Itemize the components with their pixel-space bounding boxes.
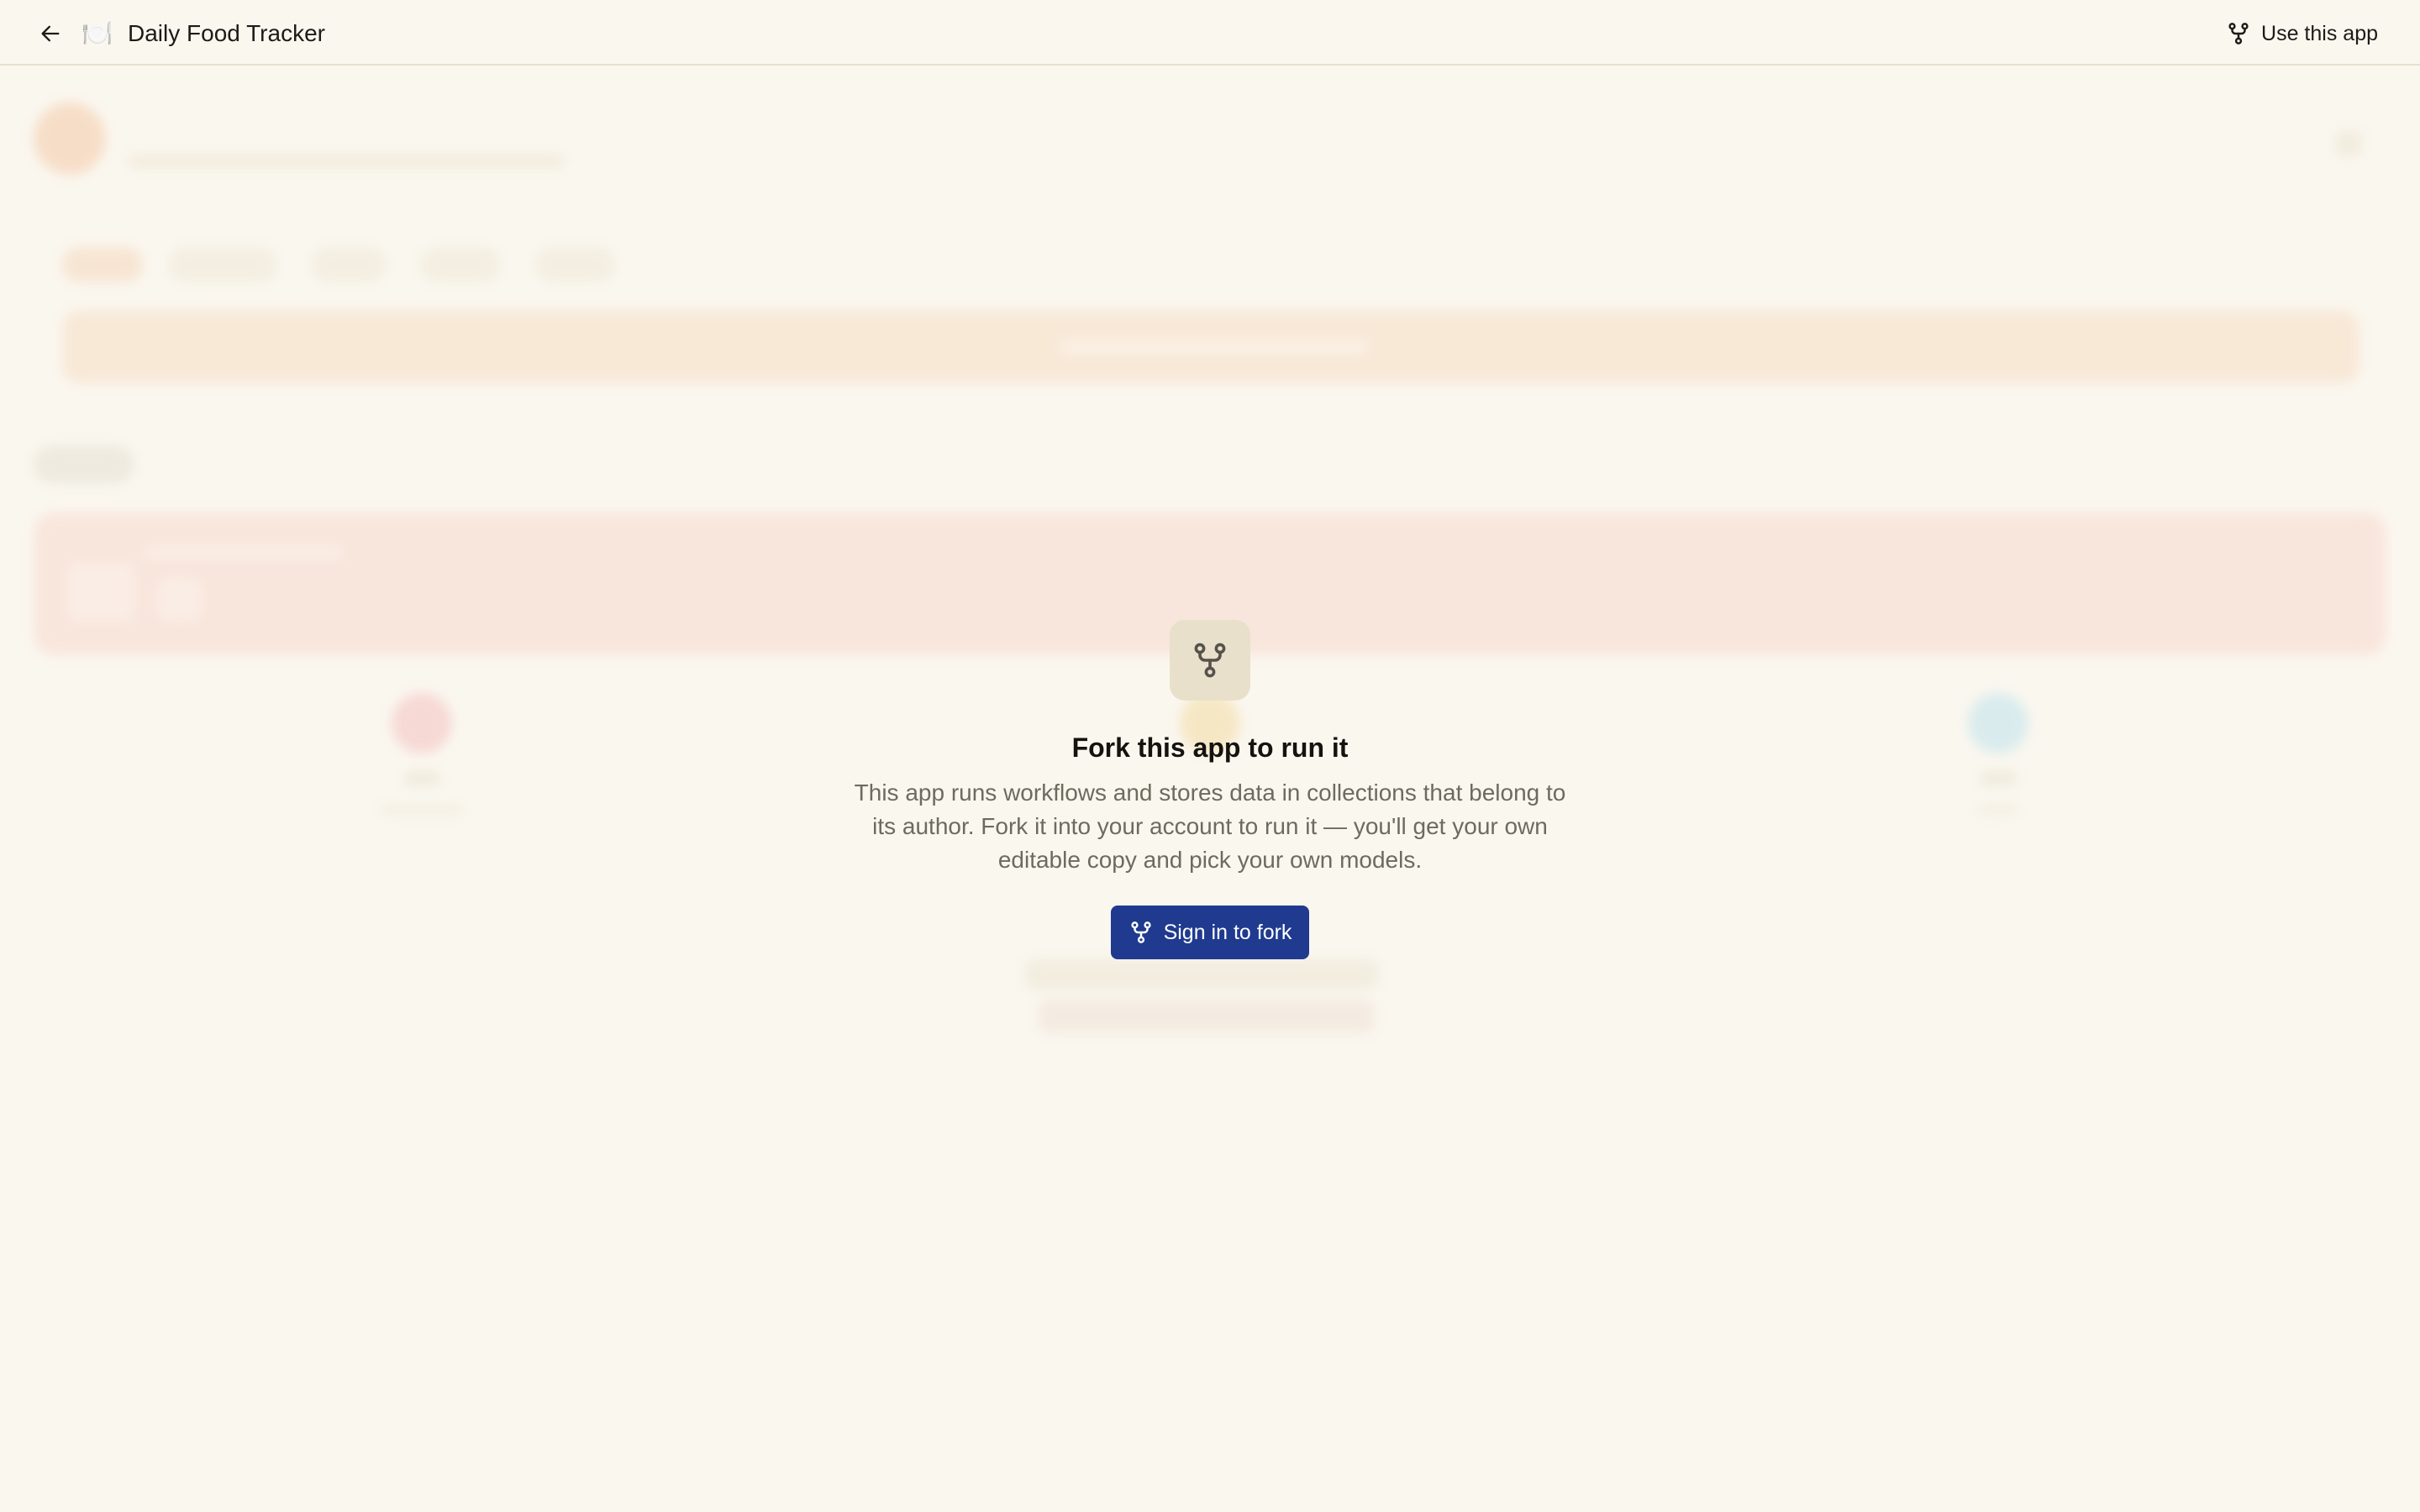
preview-banner-text bbox=[1059, 338, 1370, 356]
app-emoji-icon: 🍽️ bbox=[82, 19, 113, 48]
preview-tab bbox=[534, 247, 615, 282]
sign-in-to-fork-label: Sign in to fork bbox=[1163, 920, 1292, 944]
preview-card-box bbox=[158, 578, 202, 622]
arrow-left-icon bbox=[41, 25, 60, 42]
fork-icon bbox=[1194, 643, 1226, 678]
preview-banner bbox=[62, 311, 2360, 383]
fork-icon bbox=[2228, 23, 2249, 45]
preview-pill bbox=[34, 445, 134, 484]
back-button[interactable] bbox=[32, 15, 69, 52]
preview-stat-sublabel bbox=[380, 805, 464, 815]
preview-stat-sublabel bbox=[1976, 805, 2018, 815]
preview-card-box bbox=[67, 563, 134, 622]
preview-tab bbox=[62, 247, 143, 282]
preview-bottom-block bbox=[1039, 1000, 1375, 1033]
use-this-app-button[interactable]: Use this app bbox=[2226, 15, 2378, 52]
preview-tab bbox=[168, 247, 277, 282]
preview-tab bbox=[311, 247, 387, 282]
preview-subtitle bbox=[128, 155, 565, 168]
preview-tab bbox=[420, 247, 501, 282]
fork-icon-tile bbox=[1170, 620, 1250, 701]
fork-heading: Fork this app to run it bbox=[1071, 732, 1349, 763]
preview-logo bbox=[34, 102, 106, 175]
fork-description: This app runs workflows and stores data … bbox=[854, 780, 1566, 873]
sign-in-to-fork-button[interactable]: Sign in to fork bbox=[1111, 906, 1309, 959]
fork-icon bbox=[1130, 921, 1151, 943]
preview-stat-label bbox=[403, 771, 440, 786]
app-title: Daily Food Tracker bbox=[128, 20, 325, 46]
preview-bottom-block bbox=[1025, 959, 1378, 990]
top-bar: 🍽️ Daily Food Tracker Use this app bbox=[0, 0, 2420, 66]
use-this-app-label: Use this app bbox=[2261, 21, 2378, 45]
preview-card-line bbox=[143, 546, 345, 559]
preview-corner-icon bbox=[2336, 131, 2361, 156]
preview-stat-label bbox=[1980, 771, 2017, 786]
